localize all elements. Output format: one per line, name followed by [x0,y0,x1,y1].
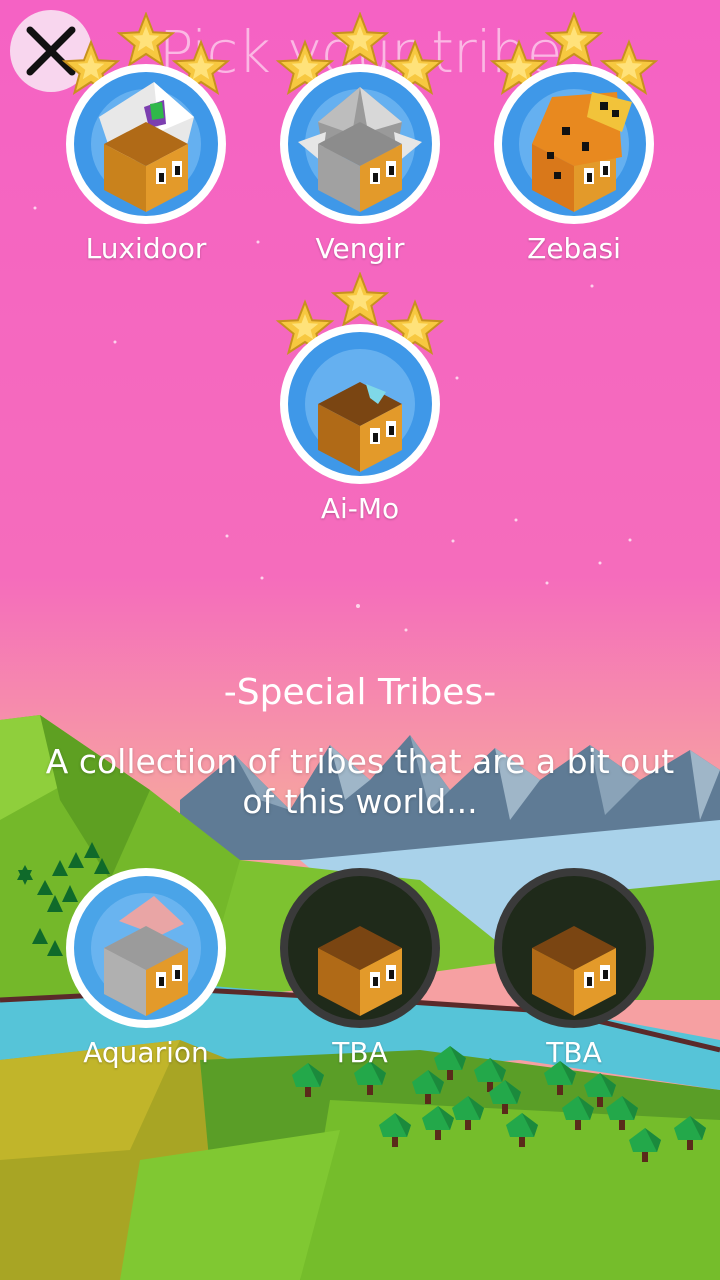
ai-mo-tribe-icon [280,324,440,484]
special-tribes-description: A collection of tribes that are a bit ou… [45,742,675,821]
tribe-label: Aquarion [83,1036,209,1069]
tribe-label: Luxidoor [85,232,207,265]
tribe-label: Vengir [315,232,405,265]
aquarion-tribe-icon [66,868,226,1028]
luxidoor-tribe-icon [66,64,226,224]
tribe-label: TBA [332,1036,388,1069]
vengir-tribe-icon [280,64,440,224]
tribe-label: TBA [546,1036,602,1069]
locked-tribe-icon [494,868,654,1028]
tribe-label: Zebasi [527,232,621,265]
zebasi-tribe-icon [494,64,654,224]
tribe-label: Ai-Mo [320,492,400,525]
locked-tribe-icon [280,868,440,1028]
special-tribes-heading: -Special Tribes- [223,672,497,713]
